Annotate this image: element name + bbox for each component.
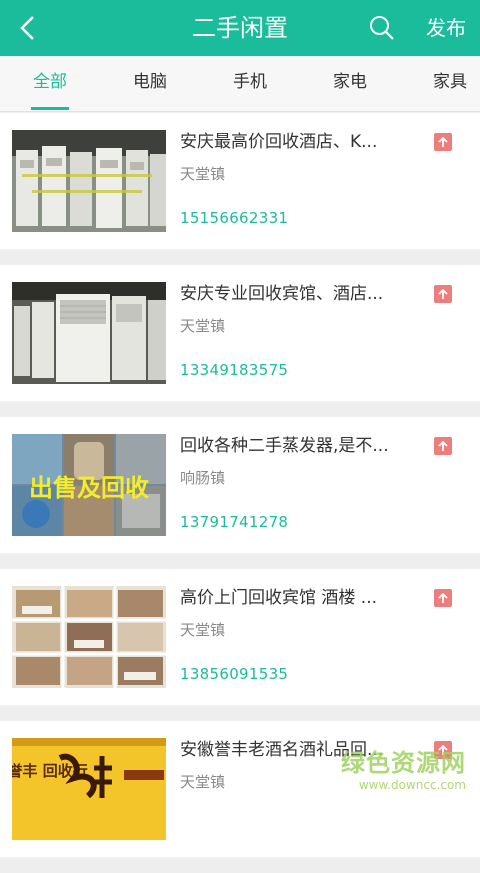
- thumbnail-caption: 出售及回收: [29, 474, 149, 502]
- tab-appliance[interactable]: 家电: [320, 56, 380, 112]
- tab-phone[interactable]: 手机: [220, 56, 280, 112]
- tab-furniture[interactable]: 家具: [420, 56, 480, 112]
- tab-label: 家电: [333, 72, 367, 92]
- listing-location: 天堂镇: [180, 619, 225, 640]
- listing-title: 安徽誉丰老酒名酒礼品回...: [180, 735, 418, 760]
- arrow-up-icon: [437, 592, 449, 604]
- listing-phone[interactable]: 13856091535: [180, 665, 288, 683]
- category-tabs: 全部 电脑 手机 家电 家具: [0, 56, 480, 112]
- listing-phone[interactable]: 13791741278: [180, 513, 288, 531]
- bump-up-button[interactable]: [434, 741, 452, 759]
- listing-location: 天堂镇: [180, 771, 225, 792]
- listing-phone[interactable]: 13349183575: [180, 361, 288, 379]
- publish-button[interactable]: 发布: [426, 0, 466, 56]
- list-item[interactable]: 高价上门回收宾馆 酒楼 ... 天堂镇 13856091535: [0, 569, 480, 705]
- list-item[interactable]: 出售及回收 回收各种二手蒸发器,是不... 响肠镇 13791741278: [0, 417, 480, 553]
- tab-label: 手机: [233, 72, 267, 92]
- back-button[interactable]: [10, 10, 46, 46]
- arrow-up-icon: [437, 744, 449, 756]
- bump-up-button[interactable]: [434, 437, 452, 455]
- tab-all[interactable]: 全部: [20, 56, 80, 112]
- listing-title: 高价上门回收宾馆 酒楼 ...: [180, 583, 418, 608]
- listing-location: 天堂镇: [180, 315, 225, 336]
- chevron-left-icon: [18, 15, 38, 41]
- active-tab-indicator: [31, 107, 69, 110]
- listing-phone[interactable]: 15156662331: [180, 209, 288, 227]
- listing-title: 安庆最高价回收酒店、K...: [180, 127, 418, 152]
- listing-thumbnail: [12, 282, 166, 384]
- listing-thumbnail: 安徽 誉丰 回收行: [12, 738, 166, 840]
- search-button[interactable]: [366, 12, 398, 44]
- tab-label: 电脑: [133, 72, 167, 92]
- list-item[interactable]: 安庆专业回收宾馆、酒店... 天堂镇 13349183575: [0, 265, 480, 401]
- listing-title: 安庆专业回收宾馆、酒店...: [180, 279, 418, 304]
- listing-title: 回收各种二手蒸发器,是不...: [180, 431, 418, 456]
- tab-label: 全部: [33, 72, 67, 92]
- arrow-up-icon: [437, 136, 449, 148]
- bump-up-button[interactable]: [434, 589, 452, 607]
- search-icon: [368, 14, 396, 42]
- listing-thumbnail: [12, 586, 166, 688]
- tab-label: 家具: [433, 72, 467, 92]
- bump-up-button[interactable]: [434, 285, 452, 303]
- top-bar: 二手闲置 发布: [0, 0, 480, 56]
- tab-computer[interactable]: 电脑: [120, 56, 180, 112]
- listing-thumbnail: [12, 130, 166, 232]
- listing-location: 响肠镇: [180, 467, 225, 488]
- listing-location: 天堂镇: [180, 163, 225, 184]
- arrow-up-icon: [437, 440, 449, 452]
- bump-up-button[interactable]: [434, 133, 452, 151]
- page-title: 二手闲置: [0, 0, 480, 56]
- list-item[interactable]: 安庆最高价回收酒店、K... 天堂镇 15156662331: [0, 113, 480, 249]
- listing-list: 安庆最高价回收酒店、K... 天堂镇 15156662331 安庆专业回收宾馆、…: [0, 113, 480, 873]
- list-item[interactable]: 安徽 誉丰 回收行 安徽誉丰老酒名酒礼品回... 天堂镇: [0, 721, 480, 857]
- arrow-up-icon: [437, 288, 449, 300]
- listing-thumbnail: 出售及回收: [12, 434, 166, 536]
